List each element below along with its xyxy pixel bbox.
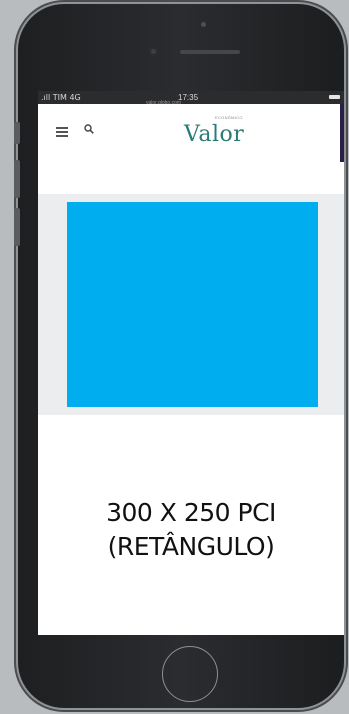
site-logo[interactable]: Valor bbox=[184, 122, 244, 147]
ad-caption-line1: 300 X 250 PCI bbox=[106, 498, 276, 527]
volume-up-button bbox=[14, 160, 20, 198]
status-bar: .ıll TIM 4G 17:35 valor.globo.com bbox=[38, 91, 344, 106]
hamburger-menu-icon[interactable] bbox=[56, 127, 68, 137]
scroll-accent bbox=[340, 104, 344, 162]
phone-screen: .ıll TIM 4G 17:35 valor.globo.com ECONÔM… bbox=[38, 91, 344, 635]
volume-down-button bbox=[14, 208, 20, 246]
site-header: ECONÔMICO Valor bbox=[38, 104, 344, 147]
home-button[interactable] bbox=[162, 646, 218, 702]
search-icon[interactable] bbox=[84, 124, 94, 134]
battery-icon bbox=[329, 95, 340, 99]
front-camera-icon bbox=[149, 47, 158, 56]
ad-container bbox=[38, 194, 344, 415]
ad-size-caption: 300 X 250 PCI (RETÂNGULO) bbox=[38, 496, 344, 564]
earpiece-speaker bbox=[180, 50, 240, 54]
carrier-signal: .ıll TIM 4G bbox=[41, 93, 81, 102]
logo-superscript: ECONÔMICO bbox=[215, 115, 243, 120]
mute-switch bbox=[14, 122, 20, 144]
proximity-sensor bbox=[201, 22, 206, 27]
ad-caption-line2: (RETÂNGULO) bbox=[107, 532, 275, 561]
ad-placeholder-rectangle[interactable] bbox=[67, 202, 318, 407]
mockup-stage: .ıll TIM 4G 17:35 valor.globo.com ECONÔM… bbox=[0, 0, 349, 714]
